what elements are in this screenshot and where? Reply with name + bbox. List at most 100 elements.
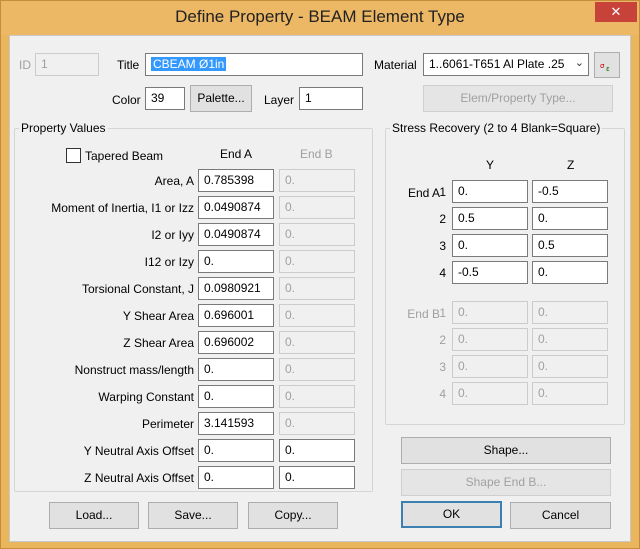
property-values-title: Property Values bbox=[19, 121, 108, 135]
svg-text:σ: σ bbox=[600, 62, 605, 70]
end-b-z-input: 0. bbox=[532, 355, 608, 378]
end-a-y-input[interactable]: 0. bbox=[452, 180, 528, 203]
property-label: I12 or Izy bbox=[144, 255, 194, 269]
end-b-point-number: 2 bbox=[439, 333, 446, 347]
end-b-input: 0. bbox=[279, 277, 355, 300]
end-b-y-input: 0. bbox=[452, 301, 528, 324]
palette-button[interactable]: Palette... bbox=[190, 85, 252, 112]
end-a-input[interactable]: 0.0980921 bbox=[198, 277, 274, 300]
property-label: I2 or Iyy bbox=[151, 228, 194, 242]
end-b-z-input: 0. bbox=[532, 301, 608, 324]
end-b-point-number: 1 bbox=[439, 306, 446, 320]
end-a-input[interactable]: 0.785398 bbox=[198, 169, 274, 192]
end-a-z-input[interactable]: 0.5 bbox=[532, 234, 608, 257]
end-b-input: 0. bbox=[279, 196, 355, 219]
property-label: Perimeter bbox=[141, 417, 194, 431]
end-b-input: 0. bbox=[279, 412, 355, 435]
property-label: Y Neutral Axis Offset bbox=[83, 444, 194, 458]
end-a-point-number: 1 bbox=[439, 185, 446, 199]
property-label: Nonstruct mass/length bbox=[74, 363, 194, 377]
shape-button[interactable]: Shape... bbox=[401, 437, 611, 464]
svg-text:ε: ε bbox=[606, 65, 610, 73]
end-a-input[interactable]: 0. bbox=[198, 439, 274, 462]
material-label: Material bbox=[374, 58, 417, 72]
end-b-input: 0. bbox=[279, 169, 355, 192]
end-a-y-input[interactable]: 0. bbox=[452, 234, 528, 257]
end-a-input[interactable]: 3.141593 bbox=[198, 412, 274, 435]
end-a-input[interactable]: 0. bbox=[198, 385, 274, 408]
end-a-input[interactable]: 0.0490874 bbox=[198, 223, 274, 246]
load-button[interactable]: Load... bbox=[49, 502, 139, 529]
end-b-y-input: 0. bbox=[452, 382, 528, 405]
end-a-z-input[interactable]: 0. bbox=[532, 207, 608, 230]
end-b-input: 0. bbox=[279, 250, 355, 273]
layer-input[interactable]: 1 bbox=[299, 87, 363, 110]
end-a-point-number: 4 bbox=[439, 266, 446, 280]
color-input[interactable]: 39 bbox=[145, 87, 185, 110]
ok-button[interactable]: OK bbox=[401, 501, 502, 528]
copy-button[interactable]: Copy... bbox=[248, 502, 338, 529]
end-b-y-input: 0. bbox=[452, 328, 528, 351]
end-b-input: 0. bbox=[279, 304, 355, 327]
property-label: Z Neutral Axis Offset bbox=[84, 471, 194, 485]
end-b-point-number: 4 bbox=[439, 387, 446, 401]
cancel-button[interactable]: Cancel bbox=[510, 502, 611, 529]
end-b-y-input: 0. bbox=[452, 355, 528, 378]
end-b-header: End B bbox=[300, 147, 333, 161]
end-a-input[interactable]: 0. bbox=[198, 358, 274, 381]
end-a-point-number: 3 bbox=[439, 239, 446, 253]
end-b-z-input: 0. bbox=[532, 328, 608, 351]
end-a-y-input[interactable]: -0.5 bbox=[452, 261, 528, 284]
material-value: 1..6061-T651 Al Plate .25 bbox=[429, 57, 565, 71]
end-a-header: End A bbox=[220, 147, 253, 161]
end-a-input[interactable]: 0.696002 bbox=[198, 331, 274, 354]
color-label: Color bbox=[112, 93, 141, 107]
end-b-input: 0. bbox=[279, 358, 355, 381]
elem-property-type-button: Elem/Property Type... bbox=[423, 85, 613, 112]
property-label: Area, A bbox=[154, 174, 194, 188]
end-a-y-input[interactable]: 0.5 bbox=[452, 207, 528, 230]
end-a-z-input[interactable]: -0.5 bbox=[532, 180, 608, 203]
z-header: Z bbox=[567, 158, 575, 172]
y-header: Y bbox=[486, 158, 495, 172]
close-button[interactable]: ✕ bbox=[595, 2, 637, 22]
shape-end-b-button: Shape End B... bbox=[401, 469, 611, 496]
end-b-input[interactable]: 0. bbox=[279, 439, 355, 462]
material-select[interactable]: 1..6061-T651 Al Plate .25 ⌄ bbox=[423, 53, 589, 76]
tapered-beam-label: Tapered Beam bbox=[85, 149, 164, 163]
end-b-input: 0. bbox=[279, 223, 355, 246]
material-icon: σ ε bbox=[600, 62, 610, 73]
property-label: Warping Constant bbox=[98, 390, 194, 404]
end-a-point-number: 2 bbox=[439, 212, 446, 226]
end-b-input[interactable]: 0. bbox=[279, 466, 355, 489]
title-label: Title bbox=[117, 58, 140, 72]
dialog-client: ID 1 Title CBEAM Ø1in Material 1..6061-T… bbox=[9, 35, 631, 542]
layer-label: Layer bbox=[264, 93, 295, 107]
window-title: Define Property - BEAM Element Type bbox=[175, 7, 465, 26]
close-icon: ✕ bbox=[610, 4, 622, 19]
end-b-input: 0. bbox=[279, 331, 355, 354]
chevron-down-icon: ⌄ bbox=[574, 57, 584, 69]
property-label: Torsional Constant, J bbox=[81, 282, 194, 296]
end-a-input[interactable]: 0. bbox=[198, 466, 274, 489]
end-a-z-input[interactable]: 0. bbox=[532, 261, 608, 284]
end-b-z-input: 0. bbox=[532, 382, 608, 405]
end-a-input[interactable]: 0. bbox=[198, 250, 274, 273]
property-label: Moment of Inertia, I1 or Izz bbox=[51, 201, 194, 215]
id-label: ID bbox=[19, 58, 31, 72]
end-a-input[interactable]: 0.696001 bbox=[198, 304, 274, 327]
title-bar[interactable]: Define Property - BEAM Element Type ✕ bbox=[1, 1, 639, 35]
save-button[interactable]: Save... bbox=[148, 502, 238, 529]
end-b-point-number: 3 bbox=[439, 360, 446, 374]
property-label: Y Shear Area bbox=[122, 309, 194, 323]
title-input[interactable]: CBEAM Ø1in bbox=[145, 53, 363, 76]
property-label: Z Shear Area bbox=[123, 336, 194, 350]
id-field: 1 bbox=[35, 53, 99, 76]
title-value: CBEAM Ø1in bbox=[151, 57, 227, 71]
stress-recovery-title: Stress Recovery (2 to 4 Blank=Square) bbox=[390, 121, 603, 135]
tapered-beam-checkbox[interactable] bbox=[66, 148, 81, 163]
dialog-window: Define Property - BEAM Element Type ✕ ID… bbox=[0, 0, 640, 549]
end-b-input: 0. bbox=[279, 385, 355, 408]
end-a-input[interactable]: 0.0490874 bbox=[198, 196, 274, 219]
material-browse-button[interactable]: σ ε bbox=[594, 52, 620, 78]
